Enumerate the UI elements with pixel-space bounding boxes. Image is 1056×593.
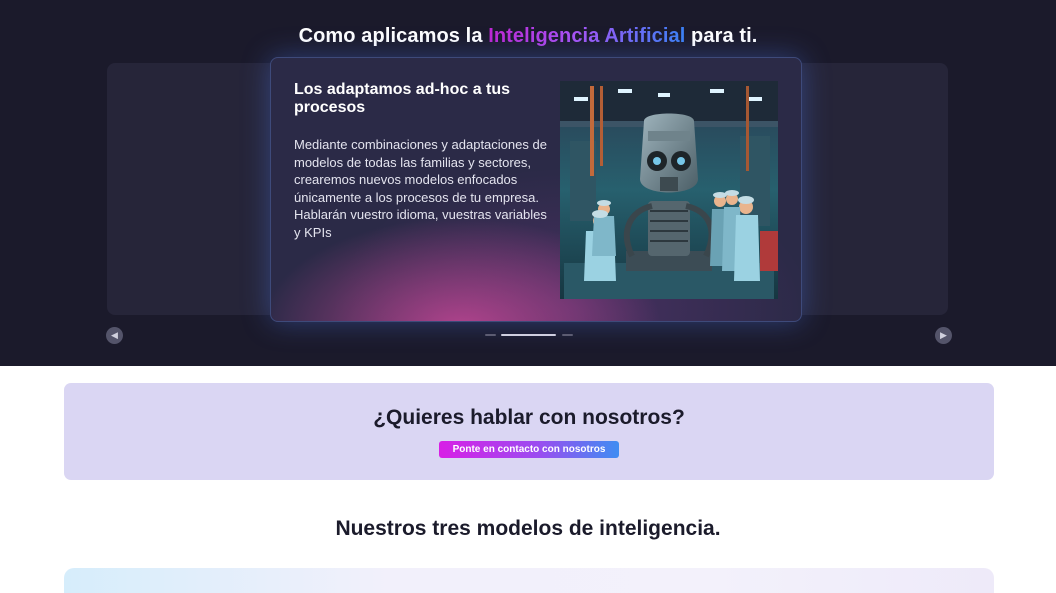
contact-button[interactable]: Ponte en contacto con nosotros xyxy=(439,441,619,458)
hero-title-highlight: Inteligencia Artificial xyxy=(488,25,686,47)
carousel-dot-3[interactable] xyxy=(562,334,573,336)
hero-section: Como aplicamos la Inteligencia Artificia… xyxy=(0,0,1056,366)
slide-description: Mediante combinaciones y adaptaciones de… xyxy=(294,137,547,240)
carousel-active-slide: Los adaptamos ad-hoc a tus procesos Medi… xyxy=(270,57,802,322)
robot-factory-image xyxy=(560,81,778,299)
models-title: Nuestros tres modelos de inteligencia. xyxy=(335,517,721,540)
carousel-prev-button[interactable]: ◀ xyxy=(106,327,123,344)
hero-title: Como aplicamos la Inteligencia Artificia… xyxy=(0,25,1056,48)
contact-section: ¿Quieres hablar con nosotros? Ponte en c… xyxy=(64,383,994,480)
models-card xyxy=(64,568,994,593)
carousel-next-button[interactable]: ▶ xyxy=(935,327,952,344)
hero-title-suffix: para ti. xyxy=(685,25,758,47)
slide-title: Los adaptamos ad-hoc a tus procesos xyxy=(294,81,511,116)
contact-title: ¿Quieres hablar con nosotros? xyxy=(373,406,685,429)
chevron-left-icon: ◀ xyxy=(111,330,118,340)
hero-title-prefix: Como aplicamos la xyxy=(298,25,489,47)
chevron-right-icon: ▶ xyxy=(940,330,947,340)
carousel-dot-1[interactable] xyxy=(485,334,496,336)
carousel-dot-2[interactable] xyxy=(501,334,556,336)
robot-factory-illustration xyxy=(560,81,778,299)
